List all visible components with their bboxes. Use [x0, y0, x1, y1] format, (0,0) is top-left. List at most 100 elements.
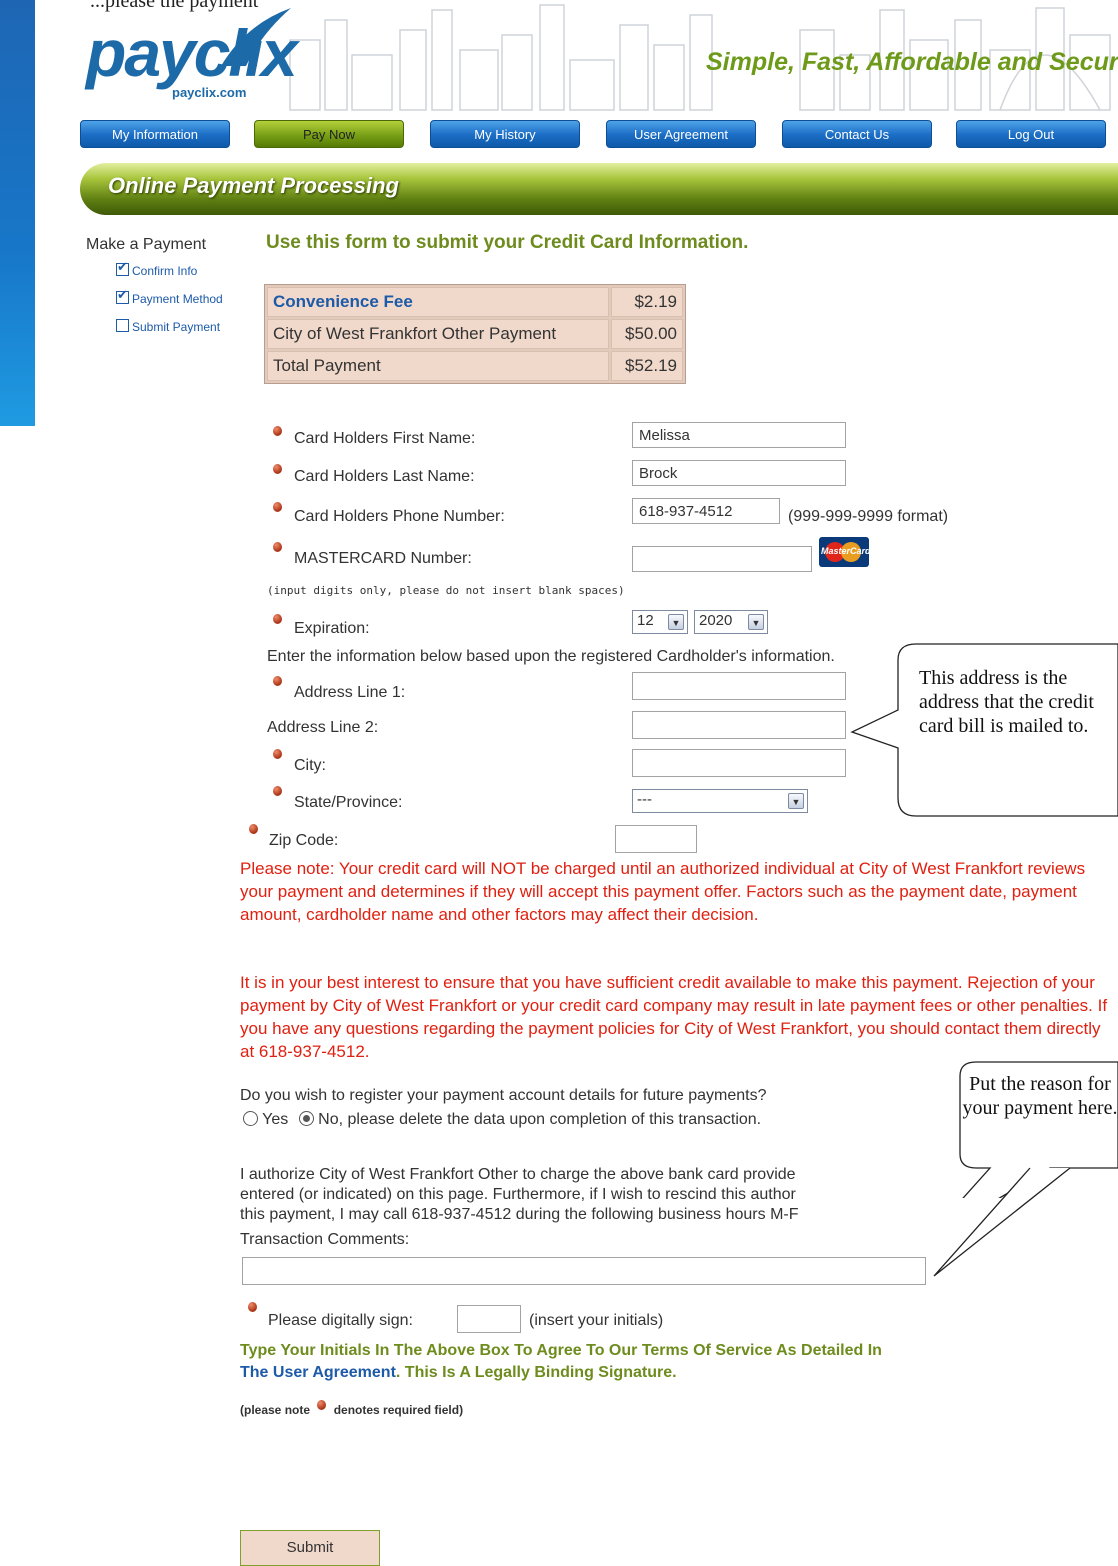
nav-user-agreement[interactable]: User Agreement [606, 120, 756, 148]
required-note-suffix: denotes required field) [333, 1403, 464, 1417]
reason-callout-text: Put the reason for your payment here. [962, 1073, 1118, 1119]
table-row: Convenience Fee $2.19 [267, 287, 683, 317]
checkbox-empty-icon [116, 319, 129, 332]
phone-input[interactable] [632, 498, 780, 524]
expiration-month-value: 12 [637, 612, 654, 629]
phone-label: Card Holders Phone Number: [294, 508, 505, 525]
first-name-label: Card Holders First Name: [294, 430, 476, 447]
comments-label: Transaction Comments: [240, 1231, 410, 1248]
state-label: State/Province: [294, 794, 403, 811]
table-row: City of West Frankfort Other Payment $50… [267, 319, 683, 349]
payclix-logo: payclix [86, 16, 298, 90]
expiration-label: Expiration: [294, 620, 370, 637]
required-icon [273, 502, 282, 512]
logo-subtext: payclix.com [172, 85, 247, 100]
sign-label: Please digitally sign: [268, 1312, 413, 1329]
fee-label: City of West Frankfort Other Payment [267, 319, 609, 349]
register-question: Do you wish to register your payment acc… [240, 1087, 767, 1104]
nav-my-history[interactable]: My History [430, 120, 580, 148]
nav-log-out[interactable]: Log Out [956, 120, 1106, 148]
agree-text-line2: The User Agreement. This Is A Legally Bi… [240, 1362, 677, 1384]
table-row: Total Payment $52.19 [267, 351, 683, 381]
nav-contact-us[interactable]: Contact Us [782, 120, 932, 148]
zip-input[interactable] [615, 825, 697, 853]
sidebar-step-submit-payment: Submit Payment [116, 319, 220, 334]
checkbox-checked-icon [116, 287, 129, 304]
form-title: Use this form to submit your Credit Card… [266, 232, 749, 253]
required-note: (please note denotes required field) [240, 1400, 463, 1417]
address1-input[interactable] [632, 672, 846, 700]
required-icon [273, 749, 282, 759]
expiration-year-select[interactable]: 2020 ▼ [694, 610, 768, 634]
fee-value: $52.19 [611, 351, 683, 381]
required-icon [273, 464, 282, 474]
address2-input[interactable] [632, 711, 846, 739]
required-icon [273, 426, 282, 436]
address-intro-text: Enter the information below based upon t… [267, 648, 835, 665]
fee-table: Convenience Fee $2.19 City of West Frank… [264, 284, 686, 384]
required-icon [273, 614, 282, 624]
register-yes-label: Yes [262, 1111, 289, 1128]
card-brand-text: MasterCard [821, 546, 869, 556]
fee-value: $2.19 [611, 287, 683, 317]
comments-input[interactable] [242, 1257, 926, 1285]
city-input[interactable] [632, 749, 846, 777]
expiration-year-value: 2020 [699, 612, 733, 629]
register-options: Yes No, please delete the data upon comp… [243, 1110, 761, 1130]
register-no-label: No, please delete the data upon completi… [318, 1111, 762, 1128]
sidebar-step-confirm-info: Confirm Info [116, 259, 198, 278]
nav-my-information[interactable]: My Information [80, 120, 230, 148]
section-title: Online Payment Processing [108, 173, 399, 198]
state-select[interactable]: --- ▼ [632, 789, 808, 813]
phone-format-hint: (999-999-9999 format) [788, 508, 949, 525]
slogan: Simple, Fast, Affordable and Secure. [706, 48, 1118, 76]
chevron-down-icon: ▼ [788, 793, 804, 809]
address-callout-text: This address is the address that the cre… [919, 667, 1094, 737]
agree-text-suffix: . This Is A Legally Binding Signature. [395, 1364, 677, 1381]
sidebar-step-label: Payment Method [132, 292, 223, 306]
fee-label: Total Payment [267, 351, 609, 381]
reason-callout-pointer [933, 1167, 1071, 1277]
charge-note-text: Please note: Your credit card will NOT b… [240, 859, 1086, 924]
required-note-prefix: (please note [240, 1403, 311, 1417]
authorize-text-line: I authorize City of West Frankfort Other… [240, 1166, 796, 1183]
authorize-text-line: entered (or indicated) on this page. Fur… [240, 1186, 796, 1203]
city-label: City: [294, 757, 326, 774]
fee-value: $50.00 [611, 319, 683, 349]
register-no-radio[interactable] [298, 1111, 314, 1126]
expiration-month-select[interactable]: 12 ▼ [632, 610, 688, 634]
sidebar-title: Make a Payment [86, 236, 207, 253]
credit-note-text: It is in your best interest to ensure th… [240, 973, 1108, 1061]
state-value: --- [637, 791, 652, 808]
sidebar-step-payment-method: Payment Method [116, 287, 223, 306]
card-number-input[interactable] [632, 546, 812, 572]
first-name-input[interactable] [632, 422, 846, 448]
chevron-down-icon: ▼ [668, 614, 684, 630]
register-yes-radio[interactable] [243, 1111, 258, 1126]
authorize-text-line: this payment, I may call 618-937-4512 du… [240, 1206, 799, 1223]
nav-pay-now[interactable]: Pay Now [254, 120, 404, 148]
required-icon [273, 542, 282, 552]
submit-button[interactable]: Submit [240, 1530, 380, 1566]
last-name-input[interactable] [632, 460, 846, 486]
address1-label: Address Line 1: [294, 684, 406, 701]
user-agreement-link[interactable]: The User Agreement [240, 1364, 396, 1381]
chevron-down-icon: ▼ [748, 614, 764, 630]
sign-hint: (insert your initials) [529, 1312, 664, 1329]
address2-label: Address Line 2: [267, 719, 379, 736]
header: payclix payclix.com Simple, Fast, Afford… [40, 0, 1118, 112]
sidebar-step-label: Submit Payment [132, 320, 221, 334]
signature-input[interactable] [457, 1305, 521, 1333]
left-accent-bar [0, 0, 35, 426]
sidebar-step-label: Confirm Info [132, 264, 198, 278]
last-name-label: Card Holders Last Name: [294, 468, 475, 485]
required-icon [249, 824, 258, 834]
fee-label: Convenience Fee [267, 287, 609, 317]
agree-text-line1: Type Your Initials In The Above Box To A… [240, 1342, 882, 1359]
required-icon [248, 1302, 257, 1312]
required-icon [317, 1400, 327, 1410]
zip-label: Zip Code: [269, 832, 339, 849]
required-icon [273, 786, 282, 796]
card-number-hint: (input digits only, please do not insert… [267, 584, 625, 597]
required-icon [273, 676, 282, 686]
